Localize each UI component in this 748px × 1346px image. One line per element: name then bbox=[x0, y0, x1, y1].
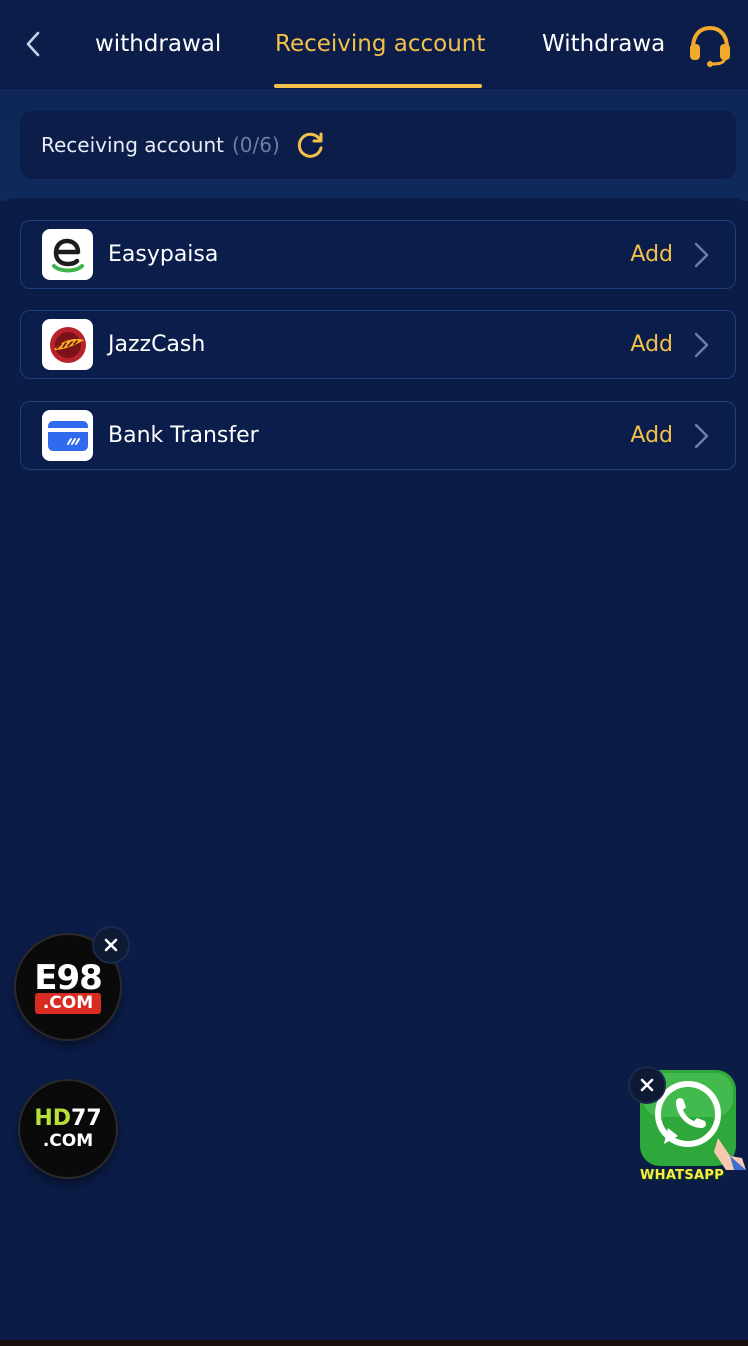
tab-receiving-account[interactable]: Receiving account bbox=[275, 28, 485, 60]
account-name: JazzCash bbox=[108, 332, 206, 357]
chevron-right-icon bbox=[694, 242, 709, 268]
tab-withdrawal-records[interactable]: Withdrawal bbox=[542, 28, 667, 60]
close-e98-button[interactable] bbox=[92, 926, 130, 964]
tab-withdrawal[interactable]: withdrawal bbox=[95, 28, 221, 60]
e98-logo-text: E98 bbox=[34, 957, 103, 998]
customer-support-button[interactable] bbox=[686, 22, 734, 68]
add-jazzcash-button[interactable]: Add bbox=[630, 330, 673, 360]
close-whatsapp-button[interactable] bbox=[628, 1066, 666, 1104]
chevron-right-icon bbox=[694, 332, 709, 358]
jazzcash-logo bbox=[42, 319, 93, 370]
summary-label: Receiving account bbox=[41, 133, 224, 157]
refresh-button[interactable] bbox=[296, 130, 326, 160]
active-tab-indicator bbox=[274, 84, 482, 88]
hd77-logo-domain: .COM bbox=[42, 1131, 94, 1151]
headset-icon bbox=[690, 25, 730, 67]
refresh-icon bbox=[297, 132, 323, 158]
top-bar: withdrawal Receiving account Withdrawal bbox=[0, 0, 748, 91]
account-name: Bank Transfer bbox=[108, 423, 259, 448]
bank-card-icon bbox=[42, 410, 93, 461]
add-bank-transfer-button[interactable]: Add bbox=[630, 421, 673, 451]
account-name: Easypaisa bbox=[108, 242, 219, 267]
account-count: (0/6) bbox=[231, 133, 280, 157]
whatsapp-label: WHATSAPP bbox=[640, 1168, 725, 1183]
receiving-account-summary: Receiving account (0/6) bbox=[20, 111, 736, 179]
hd77-logo-text: HD77 bbox=[34, 1107, 101, 1131]
close-icon bbox=[640, 1078, 654, 1092]
easypaisa-logo bbox=[42, 229, 93, 280]
bottom-edge bbox=[0, 1340, 748, 1346]
hd77-prefix: HD bbox=[34, 1106, 72, 1131]
hd77-suffix: 77 bbox=[71, 1106, 102, 1131]
account-row-jazzcash[interactable]: JazzCash Add bbox=[20, 310, 736, 379]
chevron-left-icon bbox=[26, 31, 40, 57]
chevron-right-icon bbox=[694, 423, 709, 449]
back-button[interactable] bbox=[18, 26, 48, 62]
account-row-easypaisa[interactable]: Easypaisa Add bbox=[20, 220, 736, 289]
close-icon bbox=[104, 938, 118, 952]
e98-logo-domain: .COM bbox=[34, 992, 102, 1014]
hd77-promo-badge[interactable]: HD77 .COM bbox=[20, 1081, 116, 1177]
add-easypaisa-button[interactable]: Add bbox=[630, 240, 673, 270]
account-row-bank-transfer[interactable]: Bank Transfer Add bbox=[20, 401, 736, 470]
